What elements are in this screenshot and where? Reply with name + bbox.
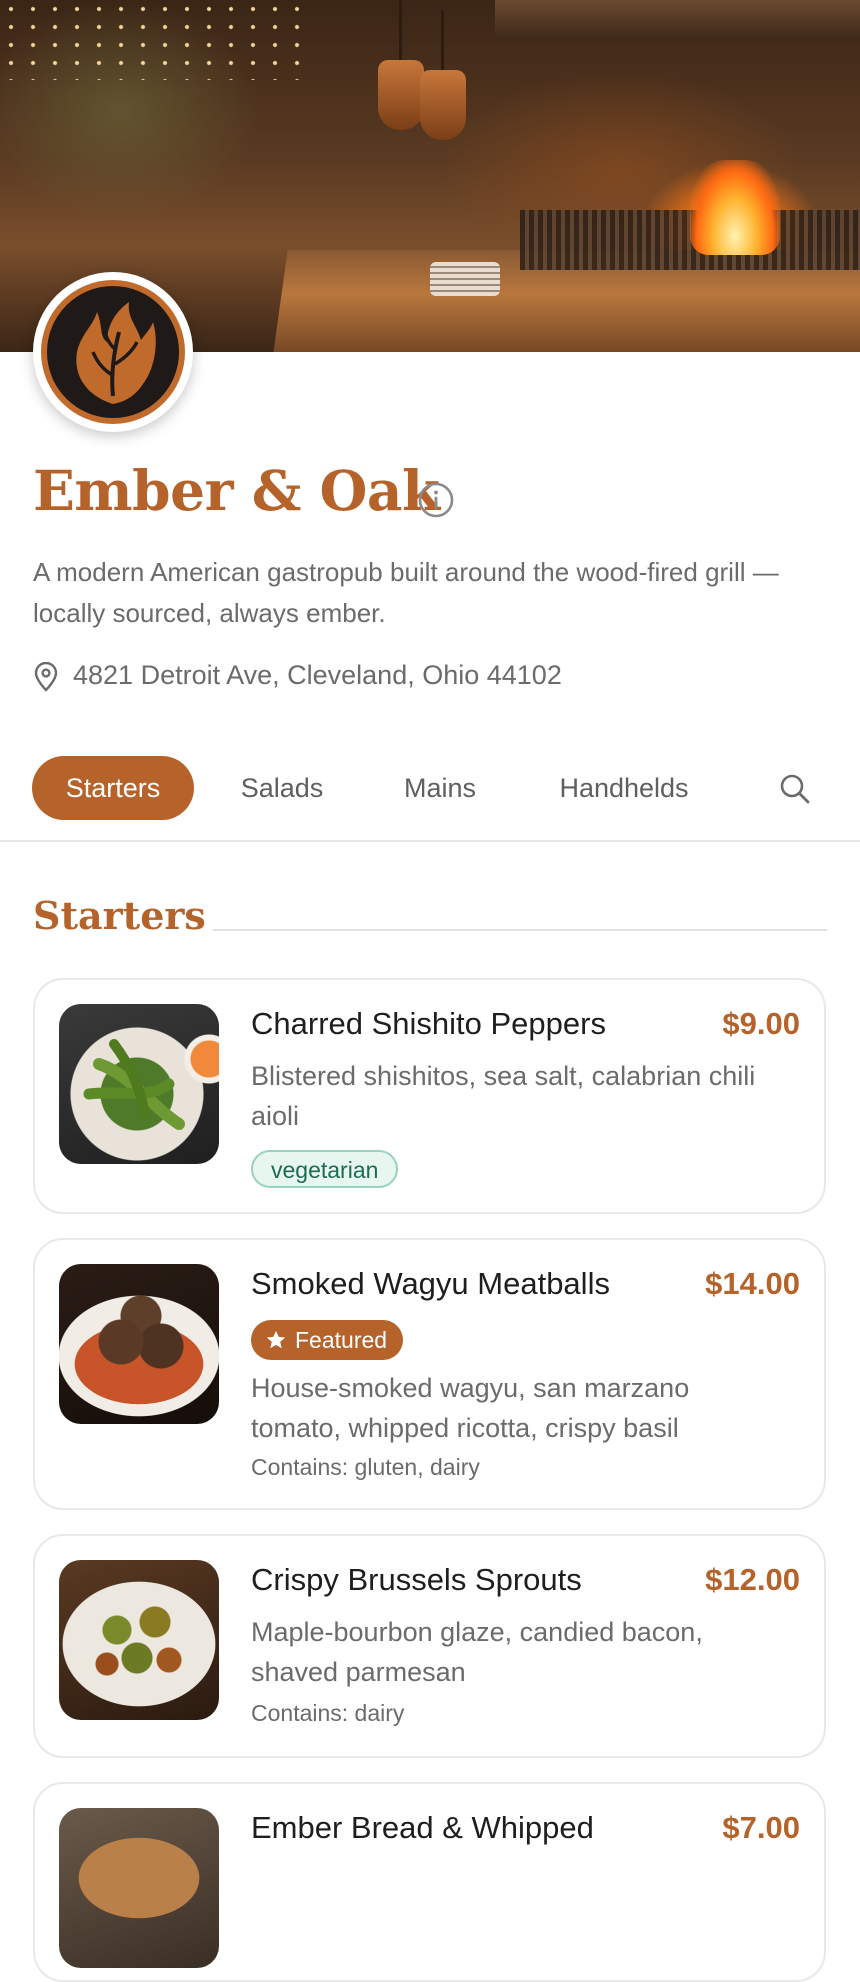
category-tabs: Starters Salads Mains Handhelds [0, 756, 860, 840]
map-pin-icon [34, 662, 58, 692]
item-photo [59, 1808, 219, 1968]
item-photo [59, 1004, 219, 1164]
item-description: Maple-bourbon glaze, candied bacon, shav… [251, 1617, 703, 1687]
plate-stack [430, 262, 500, 296]
item-price: $14.00 [705, 1266, 800, 1301]
info-icon[interactable] [417, 481, 455, 519]
star-icon [266, 1330, 286, 1349]
featured-badge: Featured [251, 1320, 404, 1360]
restaurant-name: Ember & Oak [33, 458, 440, 523]
search-icon[interactable] [778, 772, 812, 806]
item-name: Crispy Brussels Sprouts [251, 1562, 582, 1597]
restaurant-logo [33, 272, 193, 432]
menu-item-card[interactable]: Ember Bread & Whipped $7.00 [33, 1782, 826, 1982]
item-price: $7.00 [722, 1810, 800, 1845]
tab-salads[interactable]: Salads [220, 756, 344, 820]
tab-starters[interactable]: Starters [32, 756, 194, 820]
menu-item-card[interactable]: Charred Shishito Peppers $9.00 Blistered… [33, 978, 826, 1214]
section-divider [213, 929, 827, 931]
pendant-lamp [378, 0, 424, 130]
item-name: Smoked Wagyu Meatballs [251, 1266, 610, 1301]
item-price: $12.00 [705, 1562, 800, 1597]
section-title: Starters [33, 893, 206, 938]
item-description: Blistered shishitos, sea salt, calabrian… [251, 1061, 756, 1131]
tab-handhelds[interactable]: Handhelds [538, 756, 710, 820]
menu-item-card[interactable]: Smoked Wagyu Meatballs $14.00 Featured H… [33, 1238, 826, 1510]
tabs-divider [0, 840, 860, 842]
item-name: Charred Shishito Peppers [251, 1006, 606, 1041]
menu-item-card[interactable]: Crispy Brussels Sprouts $12.00 Maple-bou… [33, 1534, 826, 1758]
grill-fire [690, 160, 780, 255]
item-allergens: Contains: gluten, dairy [251, 1454, 480, 1480]
item-description: House-smoked wagyu, san marzano tomato, … [251, 1373, 690, 1443]
range-hood [495, 0, 860, 40]
string-lights [0, 0, 300, 80]
tab-mains[interactable]: Mains [376, 756, 504, 820]
item-price: $9.00 [722, 1006, 800, 1041]
restaurant-address: 4821 Detroit Ave, Cleveland, Ohio 44102 [73, 660, 562, 690]
item-photo [59, 1560, 219, 1720]
item-photo [59, 1264, 219, 1424]
featured-badge-label: Featured [295, 1327, 388, 1353]
vegetarian-tag: vegetarian [251, 1150, 399, 1188]
item-allergens: Contains: dairy [251, 1700, 405, 1726]
restaurant-description: A modern American gastropub built around… [33, 557, 779, 628]
item-name: Ember Bread & Whipped [251, 1810, 594, 1845]
pendant-lamp [420, 10, 466, 140]
flame-leaf-logo-icon [76, 302, 156, 404]
